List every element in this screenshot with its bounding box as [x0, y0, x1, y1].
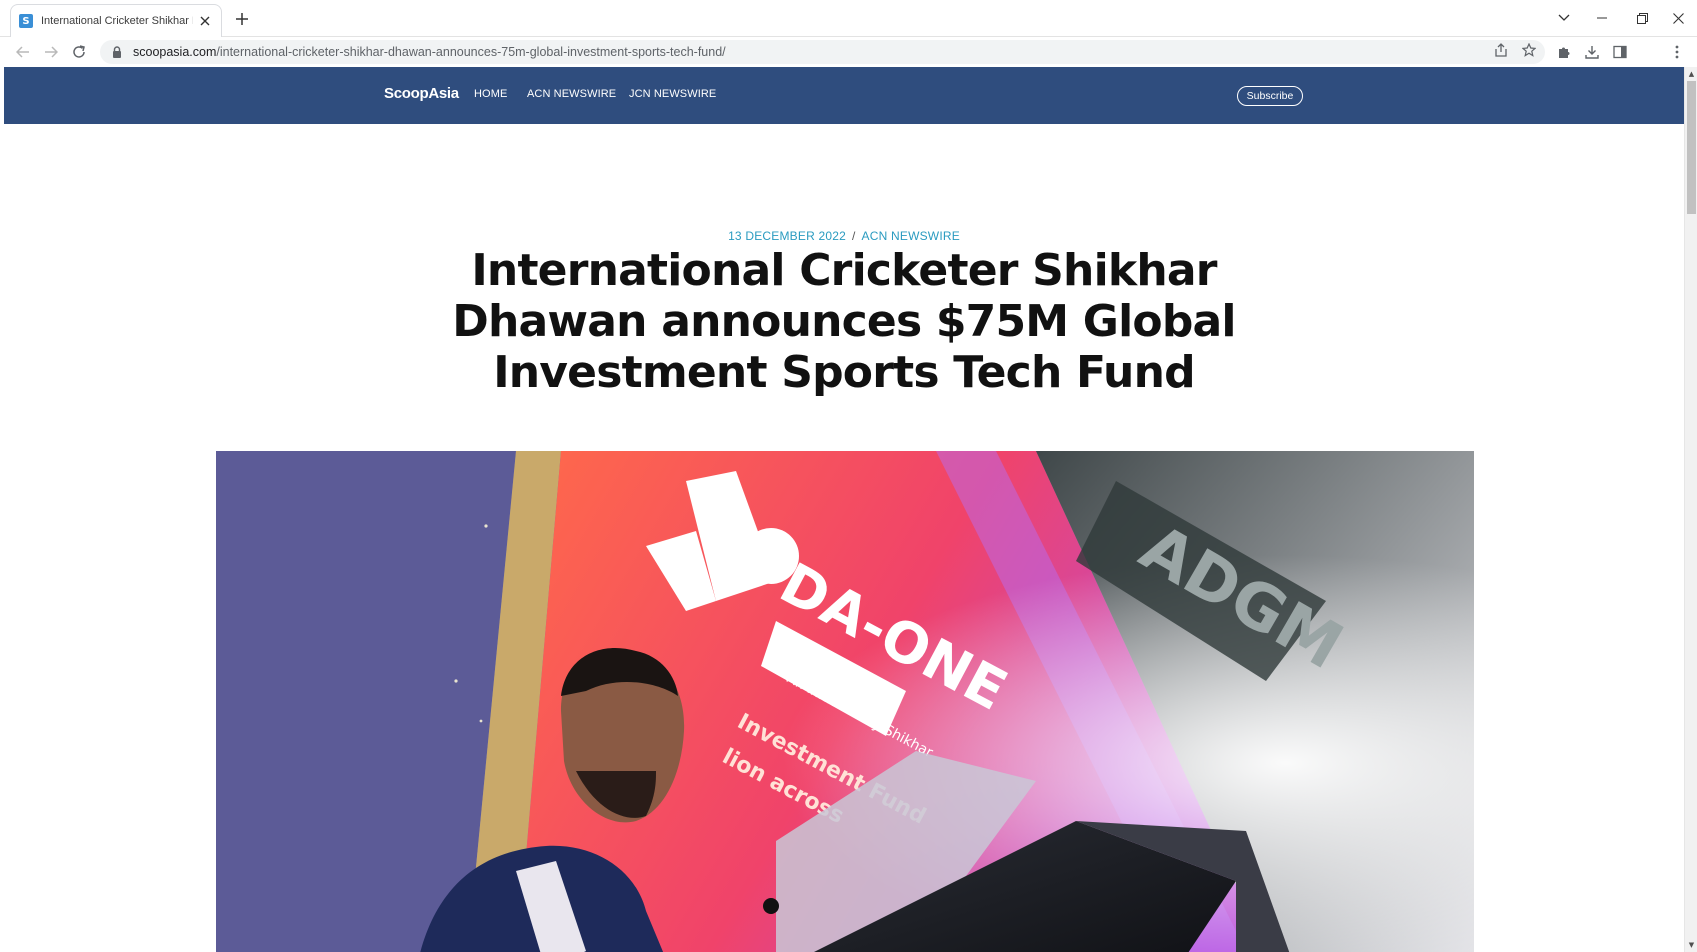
scrollbar-thumb[interactable] — [1687, 81, 1696, 214]
side-panel-icon[interactable] — [1611, 43, 1629, 61]
browser-tab-active[interactable]: S International Cricketer Shikhar Dhawan… — [10, 4, 222, 37]
page-viewport: ScoopAsia HOME ACN NEWSWIRE JCN NEWSWIRE… — [4, 67, 1684, 952]
scroll-up-icon[interactable]: ▲ — [1685, 67, 1697, 81]
article-headline: International Cricketer Shikhar Dhawan a… — [452, 245, 1236, 398]
article-hero-image: ADGM DA-ONE An initiative by Shikhar Inv… — [216, 451, 1474, 952]
reload-icon[interactable] — [68, 41, 90, 63]
scroll-down-icon[interactable]: ▼ — [1685, 938, 1697, 952]
url-text[interactable]: scoopasia.com/international-cricketer-sh… — [133, 45, 726, 59]
meta-separator: / — [851, 229, 856, 243]
extension-icon[interactable] — [1555, 43, 1573, 61]
site-favicon-icon: S — [19, 14, 33, 28]
tab-search-chevron-icon[interactable] — [1552, 6, 1576, 30]
close-window-icon[interactable] — [1666, 6, 1690, 30]
hero-photo-illustration: ADGM DA-ONE An initiative by Shikhar Inv… — [216, 451, 1474, 952]
address-bar[interactable]: scoopasia.com/international-cricketer-sh… — [100, 40, 1545, 64]
download-icon[interactable] — [1583, 43, 1601, 61]
page-scrollbar[interactable]: ▲ ▼ — [1684, 67, 1697, 952]
menu-icon[interactable] — [1668, 43, 1686, 61]
url-host: scoopasia.com — [133, 45, 217, 59]
article-meta: 13 DECEMBER 2022 / ACN NEWSWIRE — [4, 229, 1684, 243]
tab-close-icon[interactable] — [197, 13, 213, 29]
subscribe-button[interactable]: Subscribe — [1237, 86, 1303, 106]
tab-title: International Cricketer Shikhar Dhawan a… — [41, 15, 193, 27]
lock-icon[interactable] — [112, 46, 124, 58]
browser-tab-strip: S International Cricketer Shikhar Dhawan… — [0, 0, 1697, 37]
minimize-icon[interactable] — [1590, 6, 1614, 30]
site-logo[interactable]: ScoopAsia — [384, 85, 459, 102]
site-header: ScoopAsia HOME ACN NEWSWIRE JCN NEWSWIRE… — [4, 67, 1684, 124]
forward-arrow-icon[interactable] — [40, 41, 62, 63]
nav-link-jcn-newswire[interactable]: JCN NEWSWIRE — [629, 88, 716, 100]
url-path: /international-cricketer-shikhar-dhawan-… — [216, 45, 726, 59]
browser-toolbar: scoopasia.com/international-cricketer-sh… — [0, 37, 1697, 67]
nav-link-home[interactable]: HOME — [474, 88, 507, 100]
restore-icon[interactable] — [1630, 6, 1654, 30]
share-icon[interactable] — [1492, 41, 1510, 59]
nav-link-acn-newswire[interactable]: ACN NEWSWIRE — [527, 88, 616, 100]
article-category[interactable]: ACN NEWSWIRE — [862, 229, 960, 243]
star-icon[interactable] — [1520, 41, 1538, 59]
back-arrow-icon[interactable] — [12, 41, 34, 63]
new-tab-icon[interactable] — [232, 9, 252, 29]
article-date[interactable]: 13 DECEMBER 2022 — [728, 229, 846, 243]
